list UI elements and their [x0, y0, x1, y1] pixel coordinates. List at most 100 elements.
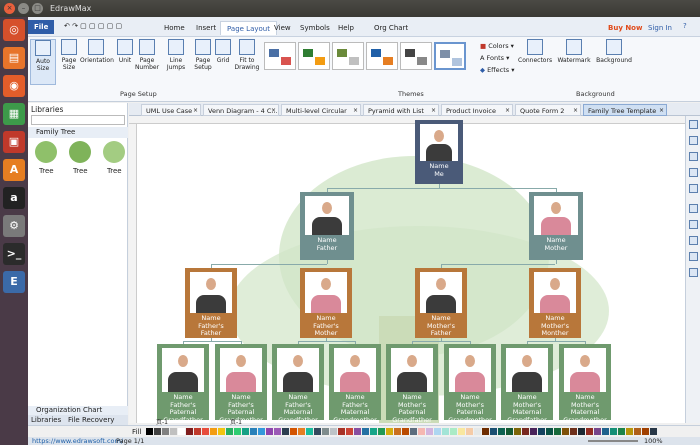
tree-shape-icon[interactable] [35, 141, 57, 163]
tree-shape-icon[interactable] [103, 141, 125, 163]
sign-in-link[interactable]: Sign In [642, 21, 678, 35]
tab-view[interactable]: View [268, 21, 297, 35]
file-menu[interactable]: File [28, 20, 55, 34]
color-swatch[interactable] [194, 428, 201, 435]
color-swatch[interactable] [546, 428, 553, 435]
person-card-gen4[interactable]: Name Mother's Paternal Grandfather [386, 344, 438, 423]
terminal-icon[interactable]: >_ [3, 243, 25, 265]
person-card-me[interactable]: Name Me [415, 120, 463, 184]
line-jumps-button[interactable]: Line Jumps [162, 39, 190, 85]
color-swatch[interactable] [386, 428, 393, 435]
tab-file-recovery[interactable]: File Recovery [68, 416, 114, 424]
doc-tab[interactable]: Multi-level Circular × [281, 104, 361, 116]
page-number-button[interactable]: Page Number [132, 39, 162, 85]
color-swatch[interactable] [170, 428, 177, 435]
doc-tab[interactable]: Venn Diagram - 4 C... × [203, 104, 279, 116]
color-swatch[interactable] [586, 428, 593, 435]
color-swatch[interactable] [570, 428, 577, 435]
page-icon[interactable] [689, 204, 698, 213]
tab-org-chart[interactable]: Org Chart [368, 21, 414, 35]
color-swatch[interactable] [490, 428, 497, 435]
color-swatch[interactable] [314, 428, 321, 435]
colors-dropdown[interactable]: ■ Colors ▾ [480, 42, 514, 50]
color-swatch[interactable] [618, 428, 625, 435]
color-swatch[interactable] [410, 428, 417, 435]
website-link[interactable]: https://www.edrawsoft.com/ [32, 437, 123, 445]
family-tree-section[interactable]: Family Tree [28, 127, 128, 138]
color-swatch[interactable] [378, 428, 385, 435]
color-swatch[interactable] [258, 428, 265, 435]
color-swatch[interactable] [602, 428, 609, 435]
minimize-window-button[interactable]: – [18, 3, 29, 14]
line-icon[interactable] [689, 152, 698, 161]
doc-tab-active[interactable]: Family Tree Template × [583, 104, 667, 116]
color-swatch[interactable] [330, 428, 337, 435]
attachment-icon[interactable] [689, 268, 698, 277]
color-swatch[interactable] [442, 428, 449, 435]
person-card-gen3[interactable]: Name Mother's Monther [529, 268, 581, 338]
color-swatch[interactable] [274, 428, 281, 435]
color-swatch[interactable] [626, 428, 633, 435]
color-swatch[interactable] [242, 428, 249, 435]
theme-option[interactable] [400, 42, 432, 70]
person-card-gen4[interactable]: Name Mother's Paternal Grandmother [444, 344, 496, 423]
color-swatch[interactable] [426, 428, 433, 435]
page-tab[interactable]: 页-1 [230, 417, 242, 426]
color-swatch[interactable] [530, 428, 537, 435]
color-swatch[interactable] [250, 428, 257, 435]
edraw-icon[interactable]: E [3, 271, 25, 293]
auto-size-button[interactable]: Auto Size [30, 39, 56, 85]
tab-insert[interactable]: Insert [190, 21, 222, 35]
color-swatch[interactable] [506, 428, 513, 435]
color-swatch[interactable] [474, 428, 481, 435]
help-icon[interactable]: ? [683, 22, 687, 30]
color-swatch[interactable] [514, 428, 521, 435]
connectors-button[interactable]: Connectors [518, 39, 552, 85]
impress-icon[interactable]: ▣ [3, 131, 25, 153]
color-swatch[interactable] [458, 428, 465, 435]
library-search-input[interactable] [31, 115, 125, 125]
person-card-gen3[interactable]: Name Mother's Father [415, 268, 467, 338]
tab-symbols[interactable]: Symbols [294, 21, 336, 35]
color-swatch[interactable] [306, 428, 313, 435]
color-swatch[interactable] [162, 428, 169, 435]
color-swatch[interactable] [554, 428, 561, 435]
color-swatch[interactable] [434, 428, 441, 435]
color-swatch[interactable] [322, 428, 329, 435]
color-swatch[interactable] [178, 428, 185, 435]
tab-libraries[interactable]: Libraries [31, 416, 61, 424]
fill-icon[interactable] [689, 136, 698, 145]
fit-to-drawing-button[interactable]: Fit to Drawing [232, 39, 262, 85]
drawing-canvas[interactable]: Name Me Name Father Name Mother Name Father'… [129, 116, 685, 423]
color-swatch[interactable] [498, 428, 505, 435]
color-swatch[interactable] [186, 428, 193, 435]
theme-option[interactable] [332, 42, 364, 70]
shadow-icon[interactable] [689, 168, 698, 177]
theme-option[interactable] [366, 42, 398, 70]
color-swatch[interactable] [338, 428, 345, 435]
watermark-button[interactable]: Watermark [556, 39, 592, 85]
person-card-gen4[interactable]: Name Mother's Maternal Grandfather [501, 344, 553, 423]
orientation-button[interactable]: Orientation [80, 39, 114, 85]
person-card-gen4[interactable]: Name Mother's Maternal Grandmother [559, 344, 611, 423]
color-swatch[interactable] [346, 428, 353, 435]
color-swatch[interactable] [362, 428, 369, 435]
page-tab[interactable]: 页-1 [156, 417, 168, 426]
color-swatch[interactable] [418, 428, 425, 435]
person-card-gen4[interactable]: Name Father's Paternal Grandfather [157, 344, 209, 423]
doc-tab[interactable]: Quote Form 2 × [515, 104, 581, 116]
doc-tab[interactable]: Product Invoice × [441, 104, 513, 116]
person-card-gen4[interactable]: Name Father's Paternal Grandmother [215, 344, 267, 423]
color-swatch[interactable] [450, 428, 457, 435]
color-swatch[interactable] [202, 428, 209, 435]
color-swatch[interactable] [210, 428, 217, 435]
maximize-window-button[interactable]: □ [32, 3, 43, 14]
theme-option[interactable] [298, 42, 330, 70]
effects-dropdown[interactable]: ◆ Effects ▾ [480, 66, 515, 74]
color-swatch[interactable] [482, 428, 489, 435]
fonts-dropdown[interactable]: A Fonts ▾ [480, 54, 509, 62]
spreadsheet-icon[interactable]: ▦ [3, 103, 25, 125]
comment-icon[interactable] [689, 252, 698, 261]
person-card-mother[interactable]: Name Mother [529, 192, 583, 260]
dash-icon[interactable]: ◎ [3, 19, 25, 41]
